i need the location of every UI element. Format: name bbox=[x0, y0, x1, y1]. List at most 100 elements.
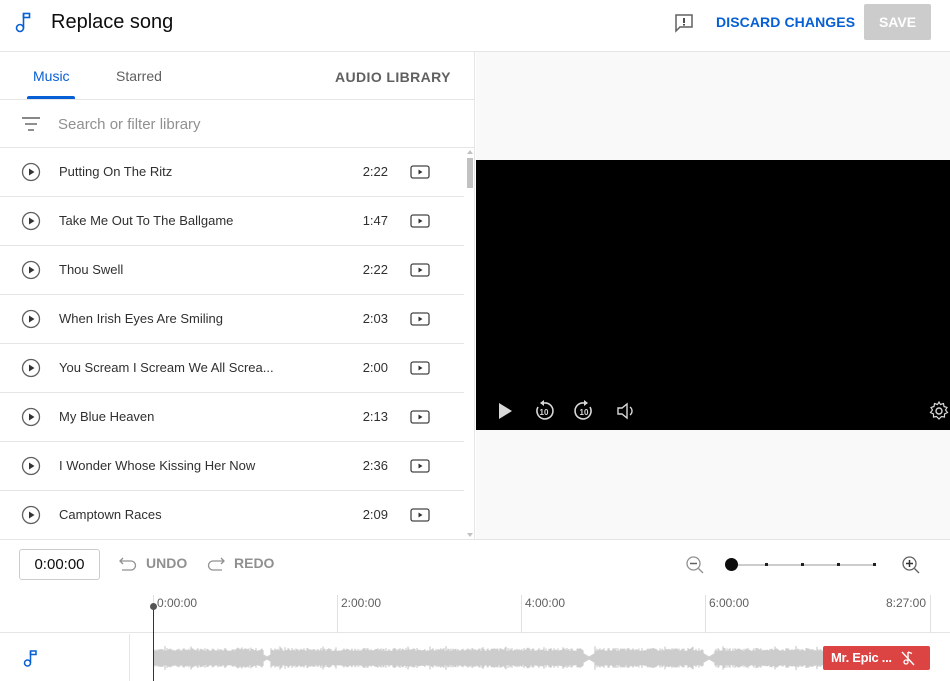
track-row[interactable]: When Irish Eyes Are Smiling 2:03 bbox=[0, 295, 464, 344]
track-duration: 2:22 bbox=[362, 262, 388, 277]
playhead-handle[interactable] bbox=[150, 603, 157, 610]
play-circle-icon[interactable] bbox=[21, 162, 41, 182]
music-off-icon[interactable] bbox=[899, 649, 917, 667]
video-preview-icon[interactable] bbox=[410, 312, 430, 326]
rewind-10-icon[interactable]: 10 bbox=[533, 400, 555, 422]
ruler-label: 4:00:00 bbox=[525, 596, 566, 610]
zoom-slider-tick bbox=[837, 563, 840, 566]
zoom-slider-tick bbox=[765, 563, 768, 566]
zoom-in-icon[interactable] bbox=[901, 555, 921, 575]
tab-starred[interactable]: Starred bbox=[116, 68, 162, 84]
ruler-label: 0:00:00 bbox=[157, 596, 198, 610]
audio-track: Mr. Epic ... bbox=[0, 634, 950, 681]
audio-clip[interactable]: Mr. Epic ... bbox=[823, 646, 930, 670]
music-note-icon bbox=[15, 12, 31, 33]
volume-icon[interactable] bbox=[615, 400, 637, 422]
filter-icon[interactable] bbox=[21, 116, 41, 132]
search-bar bbox=[0, 100, 475, 148]
redo-icon bbox=[207, 557, 225, 571]
undo-button[interactable]: UNDO bbox=[118, 555, 187, 571]
settings-icon[interactable] bbox=[928, 400, 950, 422]
track-duration: 2:03 bbox=[362, 311, 388, 326]
video-preview-icon[interactable] bbox=[410, 459, 430, 473]
scroll-up-arrow[interactable] bbox=[467, 150, 473, 154]
video-player[interactable]: 10 10 bbox=[476, 160, 950, 430]
play-circle-icon[interactable] bbox=[21, 505, 41, 525]
save-button[interactable]: SAVE bbox=[864, 4, 931, 40]
audio-library-link[interactable]: AUDIO LIBRARY bbox=[335, 69, 451, 85]
zoom-slider-tick bbox=[801, 563, 804, 566]
undo-icon bbox=[119, 557, 137, 571]
ruler-tick bbox=[705, 595, 706, 633]
video-preview-icon[interactable] bbox=[410, 165, 430, 179]
track-duration: 2:09 bbox=[362, 507, 388, 522]
scrollbar-thumb[interactable] bbox=[467, 158, 473, 188]
track-title: I Wonder Whose Kissing Her Now bbox=[59, 458, 256, 473]
track-list-scrollbar[interactable] bbox=[464, 148, 474, 539]
clip-label: Mr. Epic ... bbox=[831, 650, 892, 665]
svg-text:10: 10 bbox=[540, 408, 549, 417]
video-preview-icon[interactable] bbox=[410, 508, 430, 522]
zoom-slider-knob[interactable] bbox=[725, 558, 738, 571]
preview-panel: 10 10 bbox=[476, 52, 950, 539]
tab-music[interactable]: Music bbox=[33, 68, 70, 84]
track-duration: 2:13 bbox=[362, 409, 388, 424]
ruler-label: 2:00:00 bbox=[341, 596, 382, 610]
svg-text:10: 10 bbox=[580, 408, 589, 417]
track-duration: 2:36 bbox=[362, 458, 388, 473]
ruler-tick bbox=[521, 595, 522, 633]
track-row[interactable]: Putting On The Ritz 2:22 bbox=[0, 148, 464, 197]
search-input[interactable] bbox=[58, 112, 448, 136]
track-divider bbox=[129, 634, 130, 681]
header: Replace song DISCARD CHANGES SAVE bbox=[0, 0, 950, 52]
timeline-zoom-slider[interactable] bbox=[725, 558, 876, 571]
audio-library-panel: Music Starred AUDIO LIBRARY Putting On T… bbox=[0, 52, 475, 539]
track-duration: 2:00 bbox=[362, 360, 388, 375]
redo-button[interactable]: REDO bbox=[206, 555, 274, 571]
track-title: My Blue Heaven bbox=[59, 409, 155, 424]
track-title: When Irish Eyes Are Smiling bbox=[59, 311, 224, 326]
ruler-label: 8:27:00 bbox=[885, 596, 926, 610]
play-circle-icon[interactable] bbox=[21, 260, 41, 280]
editor-toolbar: 0:00:00 UNDO REDO bbox=[0, 539, 950, 589]
play-circle-icon[interactable] bbox=[21, 309, 41, 329]
play-circle-icon[interactable] bbox=[21, 358, 41, 378]
track-duration: 1:47 bbox=[362, 213, 388, 228]
play-circle-icon[interactable] bbox=[21, 407, 41, 427]
track-row[interactable]: My Blue Heaven 2:13 bbox=[0, 393, 464, 442]
track-row[interactable]: Camptown Races 2:09 bbox=[0, 491, 464, 539]
ruler-tick bbox=[930, 595, 931, 633]
current-time-field[interactable]: 0:00:00 bbox=[19, 549, 100, 580]
playhead[interactable] bbox=[150, 603, 157, 681]
track-duration: 2:22 bbox=[362, 164, 388, 179]
play-circle-icon[interactable] bbox=[21, 211, 41, 231]
forward-10-icon[interactable]: 10 bbox=[573, 400, 595, 422]
waveform-path bbox=[154, 646, 824, 670]
ruler-label: 6:00:00 bbox=[709, 596, 750, 610]
feedback-icon[interactable] bbox=[674, 13, 694, 33]
page-title: Replace song bbox=[51, 11, 174, 33]
video-preview-icon[interactable] bbox=[410, 263, 430, 277]
zoom-out-icon[interactable] bbox=[685, 555, 705, 575]
track-row[interactable]: Thou Swell 2:22 bbox=[0, 246, 464, 295]
video-preview-icon[interactable] bbox=[410, 361, 430, 375]
video-preview-icon[interactable] bbox=[410, 410, 430, 424]
audio-waveform[interactable] bbox=[154, 646, 930, 670]
track-title: Thou Swell bbox=[59, 262, 124, 277]
track-list: Putting On The Ritz 2:22 Take Me Out To Th… bbox=[0, 148, 464, 539]
scroll-down-arrow[interactable] bbox=[467, 533, 473, 537]
track-row[interactable]: I Wonder Whose Kissing Her Now 2:36 bbox=[0, 442, 464, 491]
timeline-ruler[interactable]: 0:00:00 2:00:00 4:00:00 6:00:00 8:27:00 bbox=[0, 589, 950, 633]
track-row[interactable]: Take Me Out To The Ballgame 1:47 bbox=[0, 197, 464, 246]
video-preview-icon[interactable] bbox=[410, 214, 430, 228]
track-title: You Scream I Scream We All Screa... bbox=[59, 360, 274, 375]
track-title: Putting On The Ritz bbox=[59, 164, 173, 179]
play-icon[interactable] bbox=[494, 400, 516, 422]
discard-changes-button[interactable]: DISCARD CHANGES bbox=[716, 14, 855, 30]
ruler-tick bbox=[337, 595, 338, 633]
track-row[interactable]: You Scream I Scream We All Screa... 2:00 bbox=[0, 344, 464, 393]
play-circle-icon[interactable] bbox=[21, 456, 41, 476]
music-note-icon bbox=[23, 650, 37, 667]
zoom-slider-tick bbox=[873, 563, 876, 566]
track-title: Camptown Races bbox=[59, 507, 162, 522]
